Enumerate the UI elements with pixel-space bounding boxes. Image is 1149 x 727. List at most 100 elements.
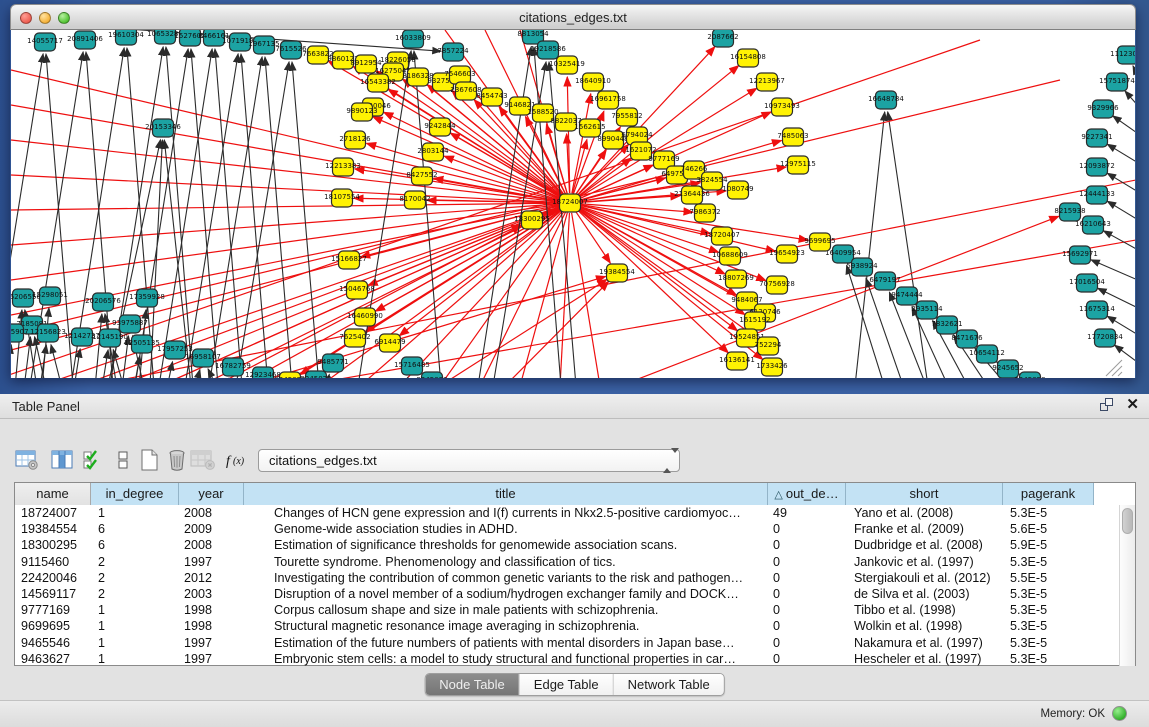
table-cell-in_degree[interactable]: 1 <box>91 651 179 666</box>
graph-edge[interactable] <box>24 337 30 378</box>
table-cell-short[interactable]: Franke et al. (2009) <box>846 521 1003 537</box>
graph-edge[interactable] <box>1115 345 1135 364</box>
network-window[interactable]: citations_edges.txt 14055717208914061961… <box>10 4 1136 378</box>
table-cell-title[interactable]: Corpus callosum shape and size in male p… <box>244 602 768 618</box>
graph-edge[interactable] <box>208 369 217 378</box>
resize-grip-icon[interactable] <box>1112 366 1122 376</box>
table-row[interactable]: 1830029562008Estimation of significance … <box>15 537 1119 553</box>
table-cell-pagerank[interactable]: 5.6E-5 <box>1003 521 1094 537</box>
table-cell-out_de[interactable]: 0 <box>768 570 846 586</box>
table-cell-pagerank[interactable]: 5.3E-5 <box>1003 554 1094 570</box>
column-header-out_de[interactable]: △out_de… <box>768 483 846 505</box>
table-cell-in_degree[interactable]: 1 <box>91 602 179 618</box>
table-cell-in_degree[interactable]: 2 <box>91 554 179 570</box>
function-builder-icon[interactable]: f(x) <box>224 447 250 473</box>
graph-edge[interactable] <box>1107 201 1135 221</box>
graph-edge[interactable] <box>215 49 242 378</box>
table-cell-year[interactable]: 1997 <box>179 554 244 570</box>
table-cell-out_de[interactable]: 0 <box>768 651 846 666</box>
table-cell-title[interactable]: Tourette syndrome. Phenomenology and cla… <box>244 554 768 570</box>
tab-edge-table[interactable]: Edge Table <box>520 674 614 695</box>
table-chooser-combobox[interactable]: citations_edges.txt <box>258 449 680 472</box>
column-header-year[interactable]: year <box>179 483 244 505</box>
graph-edge[interactable] <box>580 204 693 212</box>
table-cell-year[interactable]: 1998 <box>179 602 244 618</box>
select-rows-icon[interactable] <box>80 447 106 473</box>
graph-edge[interactable] <box>573 140 587 194</box>
table-cell-in_degree[interactable]: 1 <box>91 505 179 521</box>
scrollbar-thumb[interactable] <box>1122 508 1133 534</box>
table-cell-title[interactable]: Structural magnetic resonance image aver… <box>244 618 768 634</box>
table-cell-out_de[interactable]: 0 <box>768 635 846 651</box>
table-cell-pagerank[interactable]: 5.3E-5 <box>1003 651 1094 666</box>
network-canvas[interactable]: 1405571720891406196103041065328715276026… <box>11 30 1135 378</box>
table-cell-year[interactable]: 1998 <box>179 618 244 634</box>
table-cell-name[interactable]: 9465546 <box>15 635 91 651</box>
resize-grip-icon[interactable] <box>1118 372 1122 376</box>
graph-edge[interactable] <box>11 105 560 201</box>
float-panel-icon[interactable] <box>1100 398 1114 412</box>
table-cell-year[interactable]: 2008 <box>179 537 244 553</box>
table-cell-short[interactable]: Nakamura et al. (1997) <box>846 635 1003 651</box>
table-cell-in_degree[interactable]: 1 <box>91 635 179 651</box>
table-row[interactable]: 946362711997Embryonic stem cells: a mode… <box>15 651 1119 666</box>
graph-edge[interactable] <box>404 377 408 378</box>
table-cell-pagerank[interactable]: 5.3E-5 <box>1003 505 1094 521</box>
table-cell-in_degree[interactable]: 1 <box>91 618 179 634</box>
graph-edge[interactable] <box>166 47 193 378</box>
table-cell-pagerank[interactable]: 5.3E-5 <box>1003 586 1094 602</box>
table-cell-short[interactable]: Dudbridge et al. (2008) <box>846 537 1003 553</box>
table-cell-pagerank[interactable]: 5.9E-5 <box>1003 537 1094 553</box>
table-row[interactable]: 969969511998Structural magnetic resonanc… <box>15 618 1119 634</box>
table-cell-year[interactable]: 2003 <box>179 586 244 602</box>
table-cell-pagerank[interactable]: 5.5E-5 <box>1003 570 1094 586</box>
table-cell-out_de[interactable]: 0 <box>768 586 846 602</box>
graph-edge[interactable] <box>572 94 591 193</box>
table-cell-name[interactable]: 18724007 <box>15 505 91 521</box>
graph-edge[interactable] <box>578 158 631 197</box>
graph-edge[interactable] <box>240 208 561 378</box>
table-cell-in_degree[interactable]: 2 <box>91 586 179 602</box>
table-cell-title[interactable]: Estimation of the future numbers of pati… <box>244 635 768 651</box>
window-titlebar[interactable]: citations_edges.txt <box>10 4 1136 30</box>
table-row[interactable]: 946554611997Estimation of the future num… <box>15 635 1119 651</box>
graph-edge[interactable] <box>11 203 560 210</box>
column-header-in_degree[interactable]: in_degree <box>91 483 179 505</box>
close-panel-icon[interactable]: ✕ <box>1126 398 1139 412</box>
table-row[interactable]: 1872400712008Changes of HCN gene express… <box>15 505 1119 521</box>
table-cell-out_de[interactable]: 49 <box>768 505 846 521</box>
table-cell-short[interactable]: Wolkin et al. (1998) <box>846 618 1003 634</box>
table-cell-year[interactable]: 1997 <box>179 635 244 651</box>
graph-edge[interactable] <box>1125 91 1135 108</box>
memory-status-indicator[interactable] <box>1112 706 1127 721</box>
tab-network-table[interactable]: Network Table <box>614 674 724 695</box>
table-cell-title[interactable]: Investigating the contribution of common… <box>244 570 768 586</box>
table-cell-in_degree[interactable]: 6 <box>91 521 179 537</box>
graph-edge[interactable] <box>572 213 600 378</box>
column-header-title[interactable]: title <box>244 483 768 505</box>
table-cell-name[interactable]: 19384554 <box>15 521 91 537</box>
table-cell-short[interactable]: Stergiakouli et al. (2012) <box>846 570 1003 586</box>
vertical-scrollbar[interactable] <box>1119 505 1135 666</box>
graph-edge[interactable] <box>1113 116 1135 135</box>
table-cell-year[interactable]: 2008 <box>179 505 244 521</box>
table-cell-name[interactable]: 9115460 <box>15 554 91 570</box>
table-cell-name[interactable]: 9777169 <box>15 602 91 618</box>
column-header-short[interactable]: short <box>846 483 1003 505</box>
table-cell-title[interactable]: Embryonic stem cells: a model to study s… <box>244 651 768 666</box>
delete-rows-icon[interactable] <box>164 447 190 473</box>
table-cell-out_de[interactable]: 0 <box>768 554 846 570</box>
table-cell-year[interactable]: 1997 <box>179 651 244 666</box>
table-cell-year[interactable]: 2009 <box>179 521 244 537</box>
table-cell-short[interactable]: de Silva et al. (2003) <box>846 586 1003 602</box>
table-cell-out_de[interactable]: 0 <box>768 521 846 537</box>
table-cell-title[interactable]: Changes of HCN gene expression and I(f) … <box>244 505 768 521</box>
table-row[interactable]: 977716911998Corpus callosum shape and si… <box>15 602 1119 618</box>
table-cell-title[interactable]: Estimation of significance thresholds fo… <box>244 537 768 553</box>
graph-edge[interactable] <box>11 204 560 245</box>
table-cell-name[interactable]: 14569117 <box>15 586 91 602</box>
table-cell-name[interactable]: 9463627 <box>15 651 91 666</box>
table-row[interactable]: 2242004622012Investigating the contribut… <box>15 570 1119 586</box>
table-cell-pagerank[interactable]: 5.3E-5 <box>1003 618 1094 634</box>
table-cell-pagerank[interactable]: 5.3E-5 <box>1003 635 1094 651</box>
